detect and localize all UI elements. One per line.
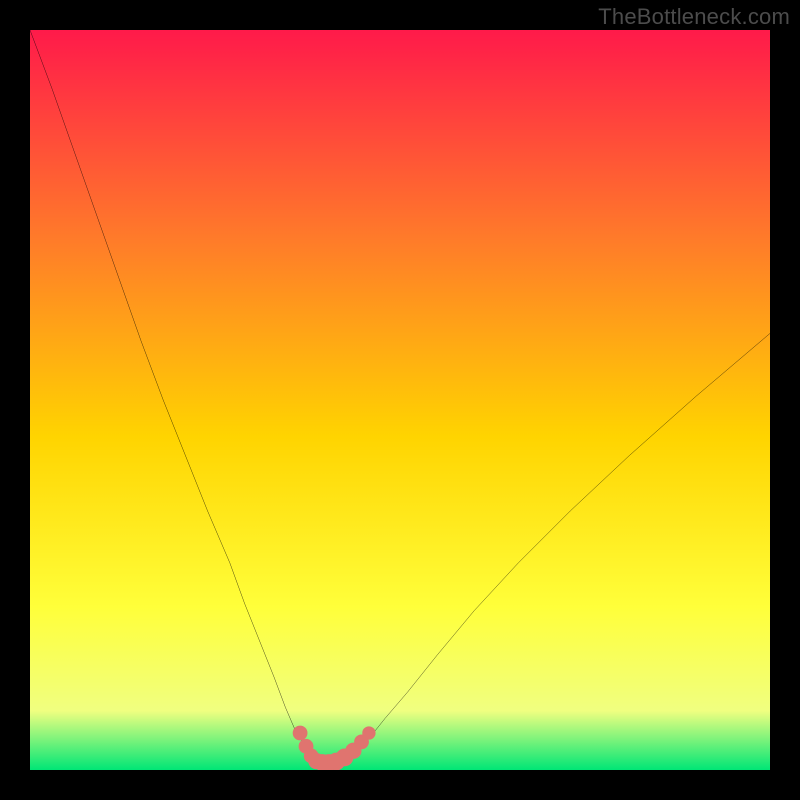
chart-frame: TheBottleneck.com xyxy=(0,0,800,800)
watermark-label: TheBottleneck.com xyxy=(598,4,790,30)
bottleneck-chart xyxy=(30,30,770,770)
marker-dot xyxy=(293,726,308,741)
marker-dot xyxy=(362,726,375,739)
gradient-background xyxy=(30,30,770,770)
